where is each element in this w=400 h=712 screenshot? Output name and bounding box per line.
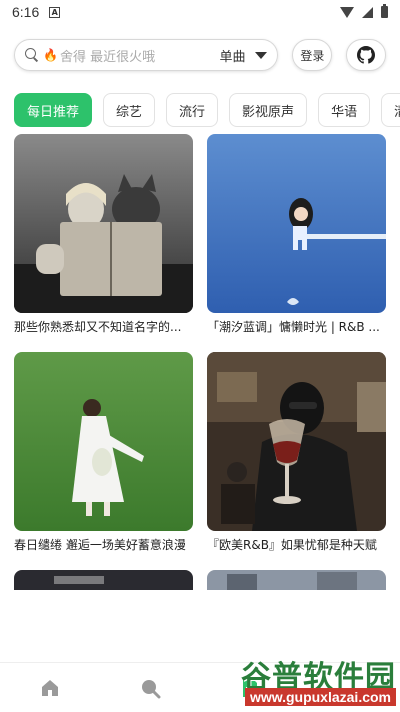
- playlist-card[interactable]: 「潮汐蓝调」慵懒时光 | R&B ...: [207, 134, 386, 352]
- category-chip-daily[interactable]: 每日推荐: [14, 93, 93, 127]
- wifi-icon: [340, 6, 354, 18]
- battery-icon: [381, 4, 388, 18]
- category-bar: 每日推荐 综艺 流行 影视原声 华语 清晨: [14, 93, 400, 127]
- category-chip-variety[interactable]: 综艺: [103, 93, 156, 127]
- playlist-title: 「潮汐蓝调」慵懒时光 | R&B ...: [207, 320, 380, 334]
- playlist-cover[interactable]: [207, 352, 386, 531]
- status-bar: 6:16 A: [0, 0, 400, 24]
- search-input[interactable]: 舍得 最近很火哦: [60, 46, 214, 65]
- category-chip-soundtrack[interactable]: 影视原声: [229, 93, 308, 127]
- playlist-cover[interactable]: [14, 570, 193, 590]
- playlist-card[interactable]: [14, 570, 193, 590]
- playlist-title: 春日缱绻 邂逅一场美好蓄意浪漫: [14, 538, 186, 552]
- search-row: 🔥 舍得 最近很火哦 单曲 登录: [14, 38, 386, 72]
- signal-icon: [362, 6, 373, 18]
- playlist-card[interactable]: 那些你熟悉却又不知道名字的...: [14, 134, 193, 352]
- chevron-down-icon[interactable]: [255, 51, 268, 59]
- playlist-card[interactable]: [207, 570, 386, 590]
- playlist-title: 『欧美R&B』如果忧郁是种天赋: [207, 538, 377, 552]
- status-time: 6:16: [12, 4, 40, 20]
- status-icons: [340, 4, 388, 18]
- category-chip-pop[interactable]: 流行: [166, 93, 219, 127]
- category-chip-morning[interactable]: 清晨: [381, 93, 400, 127]
- search-icon: [25, 48, 39, 62]
- home-icon: [42, 679, 58, 696]
- search-icon: [142, 679, 161, 698]
- fire-icon: 🔥: [43, 48, 58, 62]
- search-box[interactable]: 🔥 舍得 最近很火哦 单曲: [14, 39, 279, 71]
- nav-search[interactable]: [135, 673, 165, 703]
- github-button[interactable]: [346, 39, 386, 71]
- notification-icon: A: [49, 6, 61, 18]
- playlist-card[interactable]: 春日缱绻 邂逅一场美好蓄意浪漫: [14, 352, 193, 570]
- playlist-title: 那些你熟悉却又不知道名字的...: [14, 320, 182, 334]
- playlist-cover[interactable]: [207, 570, 386, 590]
- category-chip-chinese[interactable]: 华语: [318, 93, 371, 127]
- nav-home[interactable]: [35, 673, 65, 703]
- playlist-card[interactable]: 『欧美R&B』如果忧郁是种天赋: [207, 352, 386, 570]
- search-type-label[interactable]: 单曲: [219, 46, 245, 65]
- playlist-cover[interactable]: [207, 134, 386, 313]
- playlist-cover[interactable]: [14, 352, 193, 531]
- github-icon: [357, 46, 376, 64]
- playlist-grid: 那些你熟悉却又不知道名字的... 「潮汐蓝调」慵懒时光 | R&B ... 春日…: [14, 134, 386, 590]
- playlist-cover[interactable]: [14, 134, 193, 313]
- login-button[interactable]: 登录: [292, 39, 333, 71]
- watermark-url: www.gupuxlazai.com: [244, 688, 396, 706]
- watermark: 谷普软件园 www.gupuxlazai.com: [220, 652, 396, 710]
